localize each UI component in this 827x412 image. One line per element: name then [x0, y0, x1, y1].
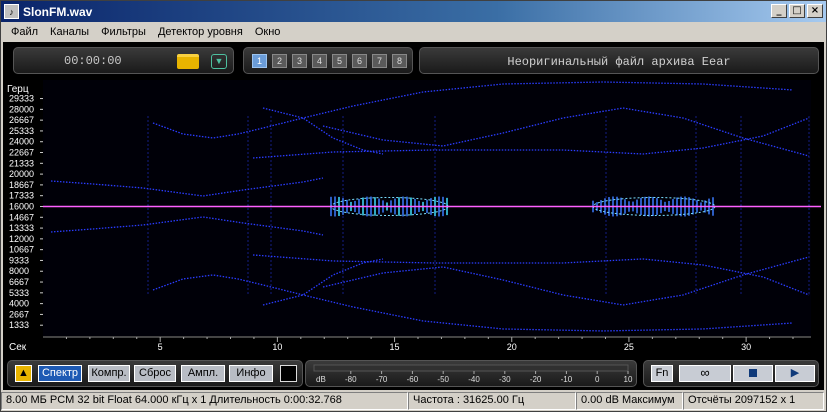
y-tick-label: 29333 — [9, 94, 34, 104]
y-tick-label: 17333 — [9, 191, 34, 201]
time-panel: 00:00:00 ▼ — [13, 47, 234, 74]
play-icon[interactable]: ▶ — [775, 365, 815, 382]
y-tick-label: 10667 — [9, 245, 34, 255]
menu-filters[interactable]: Фильтры — [95, 26, 152, 38]
db-tick-label: -30 — [499, 375, 511, 384]
channel-button-7[interactable]: 7 — [372, 54, 387, 68]
y-tick-label: 6667 — [9, 277, 29, 287]
y-tick-label: 20000 — [9, 169, 34, 179]
x-tick-label: 10 — [272, 342, 282, 352]
db-tick-label: -40 — [468, 375, 480, 384]
spectrogram-svg[interactable]: Герц293332800026667253332400022667213332… — [3, 78, 824, 357]
y-tick-label: 16000 — [9, 201, 34, 211]
window-title: SlonFM.wav — [23, 4, 93, 19]
channel-button-5[interactable]: 5 — [332, 54, 347, 68]
channel-button-6[interactable]: 6 — [352, 54, 367, 68]
channel-selector: 1 2 3 4 5 6 7 8 — [243, 47, 413, 74]
info-panel: Неоригинальный файл архива Eear — [419, 47, 819, 74]
db-tick-label: 0 — [595, 375, 600, 384]
chevron-down-icon[interactable]: ▼ — [211, 54, 227, 69]
y-tick-label: 24000 — [9, 137, 34, 147]
status-file-info: 8.00 МБ PCM 32 bit Float 64.000 кГц x 1 … — [1, 392, 408, 410]
y-tick-label: 25333 — [9, 126, 34, 136]
reset-button[interactable]: Сброс — [134, 365, 176, 382]
channel-button-8[interactable]: 8 — [392, 54, 407, 68]
db-label: dB — [316, 375, 326, 384]
x-tick-label: 20 — [507, 342, 517, 352]
db-tick-label: -10 — [561, 375, 573, 384]
maximize-button[interactable]: □ — [789, 4, 805, 18]
playback-panel: Fn ∞ ▶ — [643, 360, 819, 387]
channel-button-4[interactable]: 4 — [312, 54, 327, 68]
folder-icon[interactable] — [177, 54, 199, 69]
app-window: ♪ SlonFM.wav _ □ × Файл Каналы Фильтры Д… — [0, 0, 827, 412]
square-toggle[interactable] — [280, 365, 297, 382]
y-tick-label: 2667 — [9, 309, 29, 319]
db-tick-label: 10 — [624, 375, 633, 384]
menu-window[interactable]: Окно — [249, 26, 287, 38]
y-tick-label: 8000 — [9, 266, 29, 276]
x-axis-title: Сек — [9, 342, 27, 353]
status-frequency: Частота : 31625.00 Гц — [408, 392, 576, 410]
menu-channels[interactable]: Каналы — [44, 26, 95, 38]
y-tick-label: 1333 — [9, 320, 29, 330]
y-tick-label: 14667 — [9, 212, 34, 222]
app-icon[interactable]: ♪ — [4, 4, 19, 19]
status-samples: Отсчёты 2097152 x 1 — [683, 392, 824, 410]
channel-button-1[interactable]: 1 — [252, 54, 267, 68]
y-tick-label: 12000 — [9, 234, 34, 244]
x-tick-label: 5 — [158, 342, 163, 352]
channel-button-2[interactable]: 2 — [272, 54, 287, 68]
y-tick-label: 26667 — [9, 115, 34, 125]
db-tick-label: -50 — [437, 375, 449, 384]
db-tick-label: -20 — [530, 375, 542, 384]
fn-button[interactable]: Fn — [651, 365, 673, 382]
menu-level-detector[interactable]: Детектор уровня — [152, 26, 249, 38]
file-info-text: Неоригинальный файл архива Eear — [507, 55, 731, 69]
db-tick-label: -70 — [376, 375, 388, 384]
level-meter-panel: dB -80 -70 -60 -50 -40 -30 -20 -10 0 10 — [305, 360, 637, 387]
time-display: 00:00:00 — [64, 54, 122, 68]
y-tick-label: 9333 — [9, 255, 29, 265]
view-buttons-panel: ▲ Спектр Компр. Сброс Ампл. Инфо — [7, 360, 303, 387]
status-max-level: 0.00 dB Максимум — [576, 392, 683, 410]
close-button[interactable]: × — [807, 4, 823, 18]
title-bar: ♪ SlonFM.wav _ □ × — [1, 1, 826, 22]
y-tick-label: 4000 — [9, 299, 29, 309]
menu-file[interactable]: Файл — [5, 26, 44, 38]
x-tick-label: 25 — [624, 342, 634, 352]
y-tick-label: 5333 — [9, 288, 29, 298]
y-tick-label: 21333 — [9, 158, 34, 168]
amplitude-button[interactable]: Ампл. — [181, 365, 225, 382]
status-bar: 8.00 МБ PCM 32 bit Float 64.000 кГц x 1 … — [1, 391, 826, 411]
db-tick-label: -60 — [407, 375, 419, 384]
x-tick-label: 15 — [390, 342, 400, 352]
bottom-toolbar: ▲ Спектр Компр. Сброс Ампл. Инфо dB -80 -7… — [3, 357, 824, 390]
y-tick-label: 13333 — [9, 223, 34, 233]
menu-bar: Файл Каналы Фильтры Детектор уровня Окно — [1, 22, 826, 42]
loop-icon[interactable]: ∞ — [679, 365, 731, 382]
stop-icon[interactable] — [733, 365, 773, 382]
spectrogram-panel[interactable]: Герц 29333 28000 26667 25333 24000 22667 21333 2… — [3, 78, 824, 357]
channel-button-3[interactable]: 3 — [292, 54, 307, 68]
level-meter-icon[interactable]: ▲ — [15, 365, 32, 382]
spectrum-button[interactable]: Спектр — [38, 365, 82, 382]
toolbar: 00:00:00 ▼ 1 2 3 4 5 6 7 8 Неоригинальны… — [3, 42, 824, 78]
compress-button[interactable]: Компр. — [88, 365, 130, 382]
y-tick-label: 18667 — [9, 180, 34, 190]
level-meter: dB -80 -70 -60 -50 -40 -30 -20 -10 0 10 — [313, 364, 633, 384]
y-tick-label: 22667 — [9, 148, 34, 158]
x-tick-label: 30 — [741, 342, 751, 352]
y-tick-label: 28000 — [9, 104, 34, 114]
info-button[interactable]: Инфо — [229, 365, 273, 382]
db-tick-label: -80 — [345, 375, 357, 384]
minimize-button[interactable]: _ — [771, 4, 787, 18]
